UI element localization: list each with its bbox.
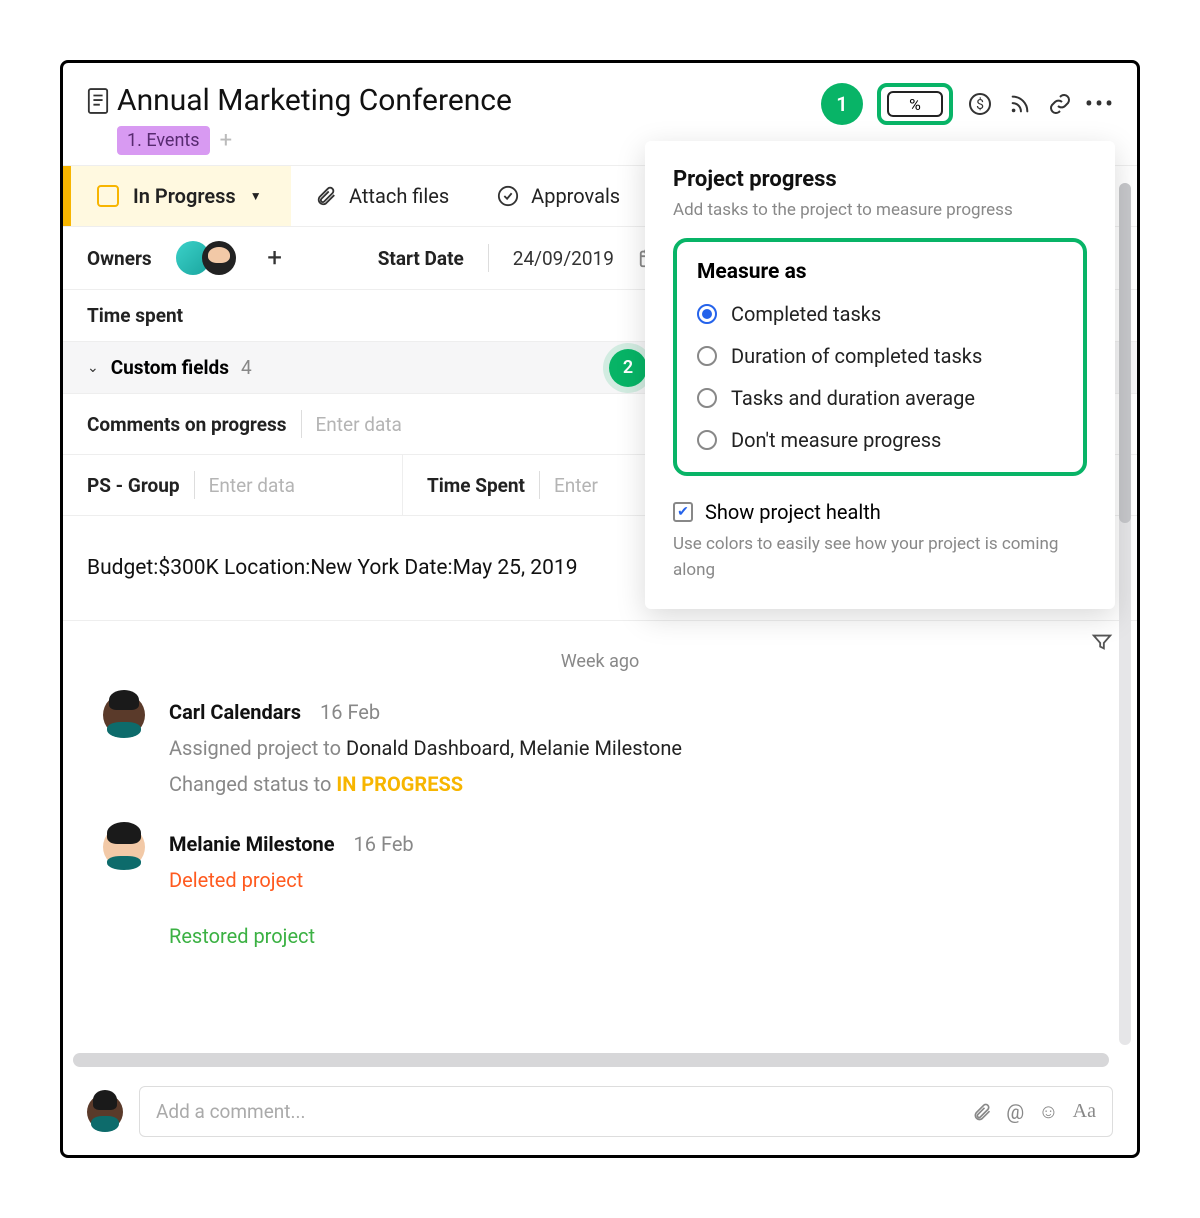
activity-user-name[interactable]: Melanie Milestone [169,832,335,856]
avatar[interactable] [103,826,145,868]
avatar[interactable] [103,694,145,736]
activity-entry: Carl Calendars 16 Feb Assigned project t… [63,682,1137,814]
activity-item-date: 16 Feb [320,700,380,724]
status-dropdown[interactable]: In Progress ▼ [63,166,291,226]
show-health-checkbox[interactable]: ✔ Show project health [673,500,1087,524]
health-label: Show project health [705,500,881,524]
popover-subtitle: Add tasks to the project to measure prog… [673,200,1087,220]
radio-label: Tasks and duration average [731,386,975,410]
activity-item-date: 16 Feb [354,832,414,856]
divider [488,244,489,272]
status-checkbox-icon [97,185,119,207]
horizontal-scrollbar[interactable] [73,1053,1109,1067]
chevron-down-icon: ⌄ [87,360,99,376]
radio-label: Completed tasks [731,302,881,326]
radio-duration-completed[interactable]: Duration of completed tasks [697,344,1063,368]
emoji-icon[interactable]: ☺ [1038,1099,1058,1124]
cf-psgroup-label: PS - Group [87,474,180,497]
owners-label: Owners [87,247,152,270]
approvals-label: Approvals [531,184,620,208]
add-tag-button[interactable]: + [220,128,232,153]
status-label: In Progress [133,184,236,208]
filter-icon[interactable] [1091,631,1113,653]
custom-fields-label: Custom fields [111,356,229,379]
avatar [87,1094,123,1130]
folder-tag[interactable]: 1. Events [117,126,210,155]
radio-icon [697,346,717,366]
custom-fields-count: 4 [241,356,252,379]
radio-dont-measure[interactable]: Don't measure progress [697,428,1063,452]
link-icon[interactable] [1047,91,1073,117]
rss-icon[interactable] [1007,91,1033,117]
caret-down-icon: ▼ [250,189,262,203]
popover-title: Project progress [673,167,1087,192]
comment-bar: Add a comment... @ ☺ Aa [73,1078,1127,1145]
add-owner-button[interactable]: + [260,243,290,273]
activity-assignees: Donald Dashboard, Melanie Milestone [346,736,682,760]
activity-entry: Melanie Milestone 16 Feb Deleted project… [63,814,1137,966]
activity-text: Assigned project to [169,736,346,760]
progress-button[interactable]: % [877,83,953,125]
activity-status: IN PROGRESS [336,772,463,796]
app-window: Annual Marketing Conference 1. Events + … [60,60,1140,1158]
cf-comments-label: Comments on progress [87,413,287,436]
attach-files-button[interactable]: Attach files [291,166,473,226]
finance-icon[interactable]: $ [967,91,993,117]
svg-text:$: $ [976,96,984,113]
start-date-value[interactable]: 24/09/2019 [513,247,614,270]
activity-restored: Restored project [169,918,414,954]
health-subtext: Use colors to easily see how your projec… [673,532,1087,583]
scroll-thumb[interactable] [1119,183,1131,523]
radio-label: Don't measure progress [731,428,941,452]
vertical-scrollbar[interactable] [1119,183,1131,1045]
activity-text: Changed status to [169,772,336,796]
percent-icon: % [887,91,943,117]
document-icon [87,88,109,114]
activity-header: Week ago [63,621,1137,682]
attach-label: Attach files [349,184,449,208]
format-icon[interactable]: Aa [1073,1100,1096,1123]
radio-completed-tasks[interactable]: Completed tasks [697,302,1063,326]
comment-input[interactable]: Add a comment... @ ☺ Aa [139,1086,1113,1137]
paperclip-icon[interactable] [972,1102,992,1122]
measure-title: Measure as [697,260,1063,284]
radio-icon [697,304,717,324]
radio-tasks-duration-avg[interactable]: Tasks and duration average [697,386,1063,410]
cf-comments-input[interactable]: Enter data [316,413,402,436]
radio-label: Duration of completed tasks [731,344,982,368]
callout-badge-1: 1 [821,83,863,125]
approvals-button[interactable]: Approvals [473,166,644,226]
time-spent-label: Time spent [87,304,183,327]
measure-as-section: Measure as Completed tasks Duration of c… [673,238,1087,476]
radio-icon [697,388,717,408]
cf-psgroup-input[interactable]: Enter data [209,474,295,497]
activity-deleted: Deleted project [169,862,414,898]
progress-popover: Project progress Add tasks to the projec… [645,141,1115,609]
activity-date-label: Week ago [561,651,640,672]
checkbox-icon: ✔ [673,502,693,522]
owner-avatar-2[interactable] [202,241,236,275]
check-circle-icon [497,185,519,207]
mention-icon[interactable]: @ [1006,1100,1024,1124]
callout-badge-2: 2 [609,349,647,387]
more-icon[interactable]: ••• [1087,91,1113,117]
page-title[interactable]: Annual Marketing Conference [117,83,512,118]
cf-timespent-label: Time Spent [427,474,525,497]
start-date-label: Start Date [378,247,464,270]
cf-timespent-input[interactable]: Enter [554,474,598,497]
activity-user-name[interactable]: Carl Calendars [169,700,301,724]
paperclip-icon [315,185,337,207]
radio-icon [697,430,717,450]
comment-placeholder: Add a comment... [156,1100,306,1123]
